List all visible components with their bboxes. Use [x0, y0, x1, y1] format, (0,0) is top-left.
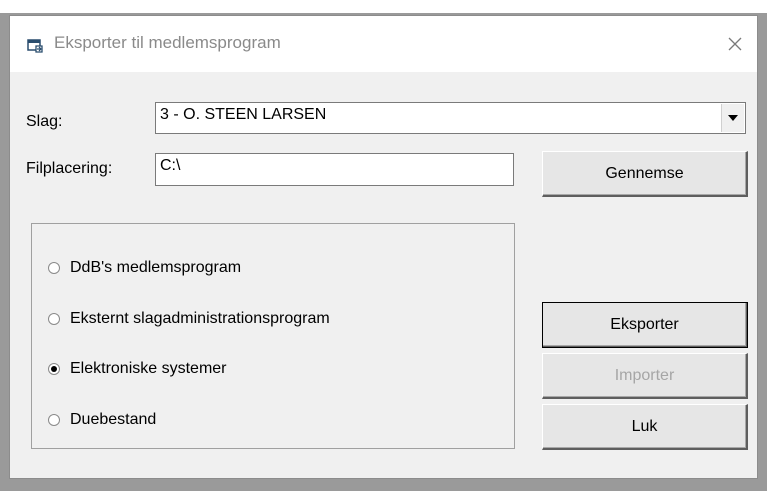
dropdown-button[interactable] [721, 104, 744, 132]
slag-label: Slag: [26, 113, 63, 130]
chevron-down-icon [728, 115, 738, 121]
export-button[interactable]: Eksporter [542, 302, 748, 348]
close-button[interactable]: Luk [542, 404, 748, 450]
option-ddb-medlemsprogram[interactable]: DdB's medlemsprogram [48, 259, 241, 277]
export-dialog: Eksporter til medlemsprogram Slag: 3 - O… [9, 15, 758, 479]
import-button: Importer [542, 353, 748, 399]
option-label: Duebestand [70, 411, 157, 428]
slag-value: 3 - O. STEEN LARSEN [160, 106, 327, 123]
option-elektroniske-systemer[interactable]: Elektroniske systemer [48, 360, 227, 378]
radio-selected-dot [51, 366, 57, 372]
option-label: Elektroniske systemer [70, 360, 227, 377]
slag-dropdown[interactable]: 3 - O. STEEN LARSEN [155, 102, 746, 134]
title-bar: Eksporter til medlemsprogram [10, 16, 757, 72]
top-frame [0, 0, 767, 13]
option-label: Eksternt slagadministrationsprogram [70, 310, 330, 327]
close-icon [728, 37, 742, 51]
radio-eksternt[interactable] [48, 313, 60, 325]
filplacering-input[interactable]: C:\ [155, 153, 514, 186]
close-window-button[interactable] [721, 30, 749, 58]
filplacering-value: C:\ [160, 157, 181, 174]
radio-ddb[interactable] [48, 262, 60, 274]
option-eksternt-program[interactable]: Eksternt slagadministrationsprogram [48, 310, 330, 328]
radio-duebestand[interactable] [48, 414, 60, 426]
window-title: Eksporter til medlemsprogram [54, 33, 281, 52]
filplacering-label: Filplacering: [26, 160, 113, 177]
export-type-group: DdB's medlemsprogram Eksternt slagadmini… [31, 223, 515, 449]
option-label: DdB's medlemsprogram [70, 259, 242, 276]
export-window-icon [27, 39, 43, 53]
option-duebestand[interactable]: Duebestand [48, 411, 156, 429]
browse-button[interactable]: Gennemse [542, 151, 748, 197]
radio-elektroniske[interactable] [48, 363, 60, 375]
